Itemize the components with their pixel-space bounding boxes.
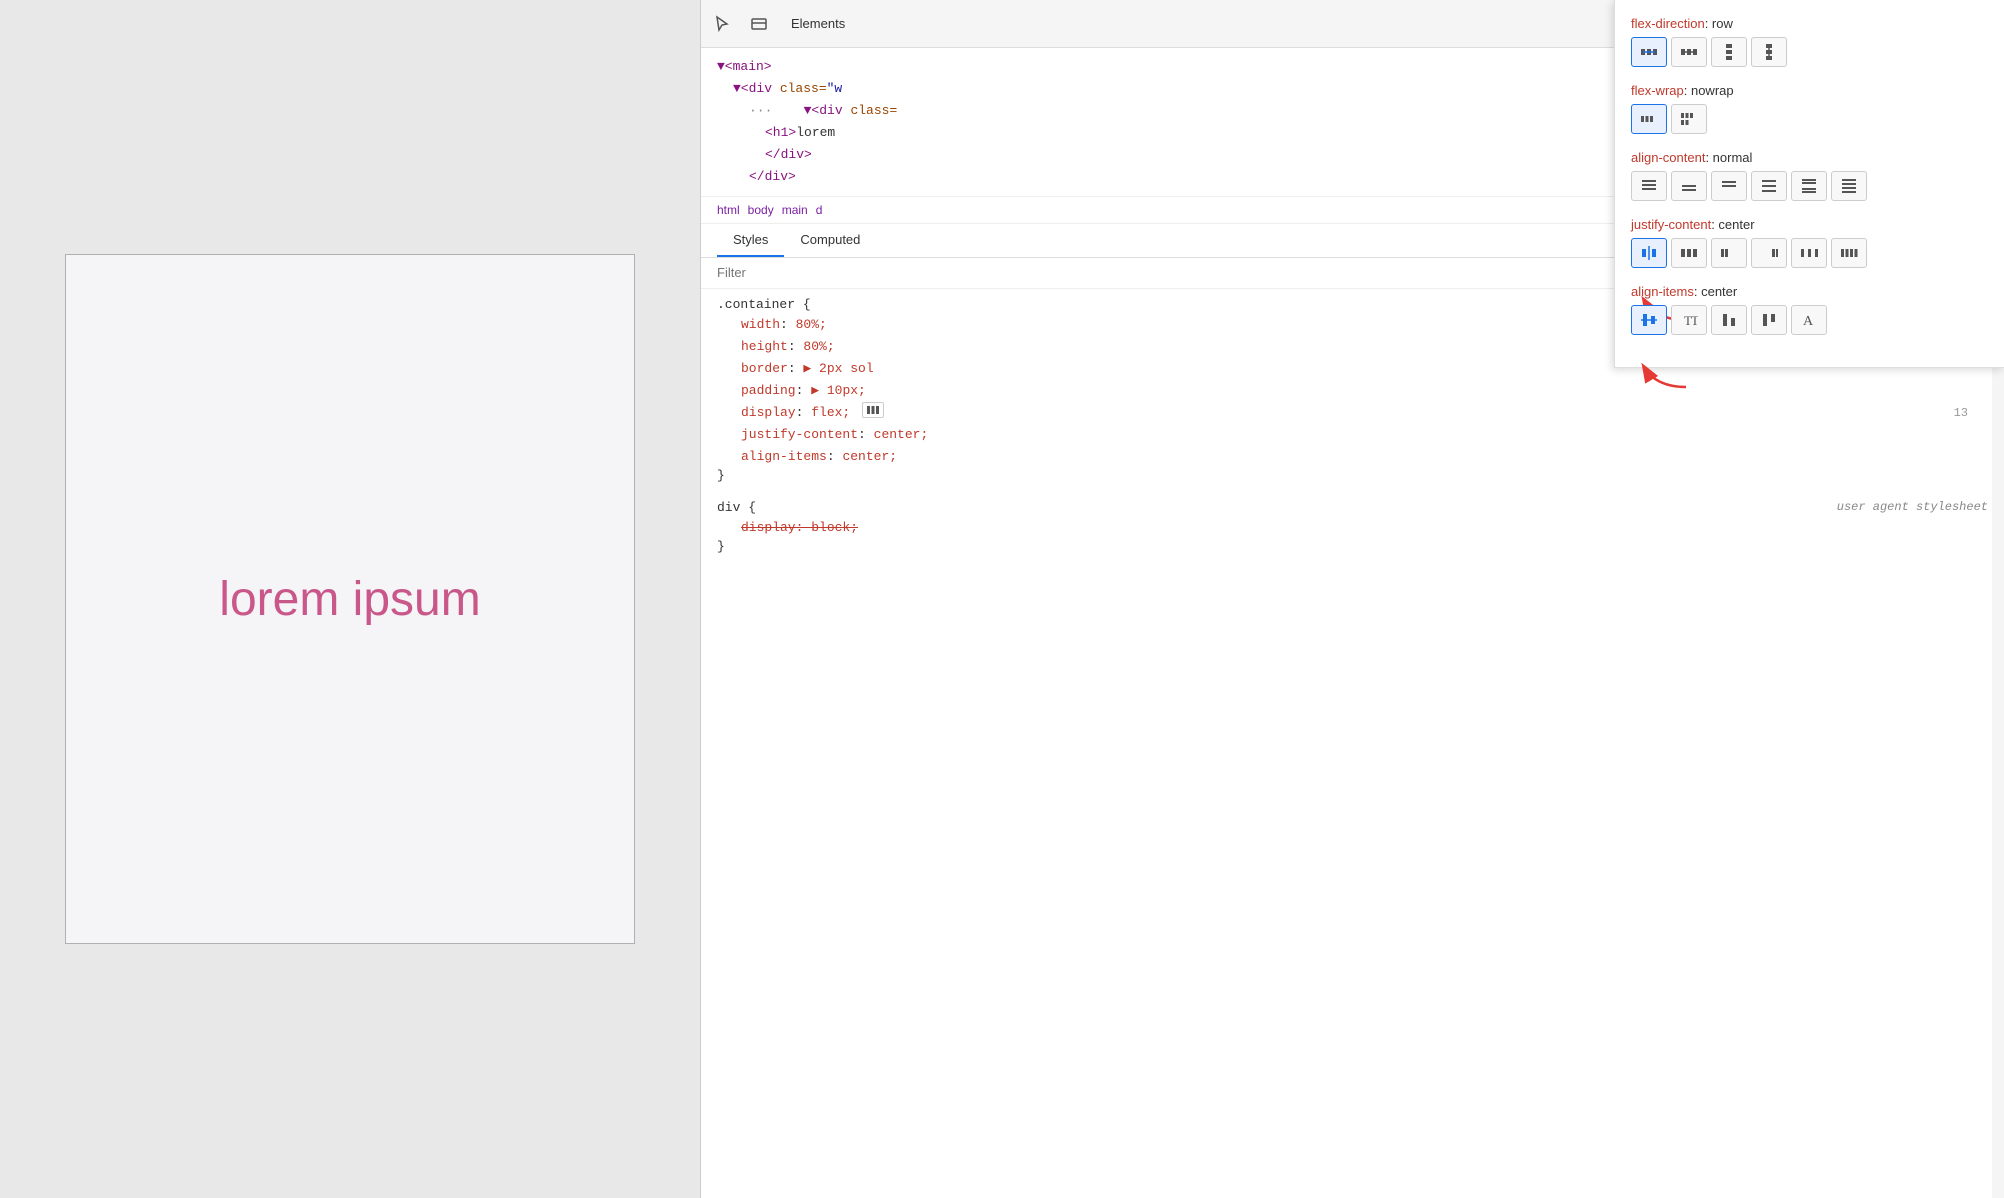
- flex-wrap-wrap-btn[interactable]: [1671, 104, 1707, 134]
- css-display[interactable]: display: flex; 13: [717, 402, 1988, 424]
- ai-btn-3[interactable]: [1711, 305, 1747, 335]
- flex-dir-row-btn[interactable]: [1631, 37, 1667, 67]
- cursor-icon[interactable]: [711, 12, 735, 36]
- ai-btn-5[interactable]: A: [1791, 305, 1827, 335]
- ai-btn-4[interactable]: [1751, 305, 1787, 335]
- tab-computed[interactable]: Computed: [784, 224, 876, 257]
- flex-wrap-row: flex-wrap: nowrap: [1631, 83, 1988, 134]
- flex-dir-col-reverse-btn[interactable]: [1751, 37, 1787, 67]
- flex-panel: flex-direction: row: [1614, 0, 2004, 368]
- jc-btn-5[interactable]: [1791, 238, 1827, 268]
- jc-btn-2[interactable]: [1671, 238, 1707, 268]
- flex-direction-label: flex-direction: row: [1631, 16, 1988, 31]
- align-content-buttons: [1631, 171, 1988, 201]
- ac-btn-3[interactable]: [1711, 171, 1747, 201]
- flex-editor-icon[interactable]: [862, 402, 884, 418]
- div-selector: div { user agent stylesheet: [717, 500, 1988, 515]
- jc-btn-3[interactable]: [1711, 238, 1747, 268]
- align-content-label: align-content: normal: [1631, 150, 1988, 165]
- preview-container: lorem ipsum: [65, 254, 635, 944]
- css-justify-content[interactable]: justify-content: center;: [717, 424, 1988, 446]
- svg-text:T: T: [1691, 313, 1698, 328]
- breadcrumb-html[interactable]: html: [717, 203, 740, 217]
- align-items-row: align-items: center T T: [1631, 284, 1988, 335]
- devtools-panel: Elements ▼<main> ▼<div class="w ··· ▼<di…: [700, 0, 2004, 1198]
- container-close: }: [717, 468, 1988, 483]
- tab-styles[interactable]: Styles: [717, 224, 784, 257]
- breadcrumb-d[interactable]: d: [816, 203, 823, 217]
- filter-input[interactable]: [717, 265, 917, 280]
- css-padding[interactable]: padding: ▶ 10px;: [717, 380, 1988, 402]
- flex-dir-col-btn[interactable]: [1711, 37, 1747, 67]
- flex-wrap-label: flex-wrap: nowrap: [1631, 83, 1988, 98]
- ac-btn-4[interactable]: [1751, 171, 1787, 201]
- ac-btn-5[interactable]: [1791, 171, 1827, 201]
- flex-direction-buttons: [1631, 37, 1988, 67]
- user-agent-comment: user agent stylesheet: [1837, 500, 1988, 514]
- jc-btn-6[interactable]: [1831, 238, 1867, 268]
- preview-text: lorem ipsum: [219, 572, 480, 627]
- ac-btn-1[interactable]: [1631, 171, 1667, 201]
- css-align-items[interactable]: align-items: center;: [717, 446, 1988, 468]
- flex-wrap-nowrap-btn[interactable]: [1631, 104, 1667, 134]
- ac-btn-6[interactable]: [1831, 171, 1867, 201]
- preview-area: lorem ipsum: [0, 0, 700, 1198]
- div-close: }: [717, 539, 1988, 554]
- flex-dir-row-reverse-btn[interactable]: [1671, 37, 1707, 67]
- breadcrumb-main[interactable]: main: [782, 203, 808, 217]
- ac-btn-2[interactable]: [1671, 171, 1707, 201]
- ai-btn-2[interactable]: T T: [1671, 305, 1707, 335]
- align-items-buttons: T T: [1631, 305, 1988, 335]
- align-content-row: align-content: normal: [1631, 150, 1988, 201]
- elements-tab[interactable]: Elements: [783, 12, 853, 35]
- jc-center-btn[interactable]: [1631, 238, 1667, 268]
- breadcrumb-body[interactable]: body: [748, 203, 774, 217]
- align-items-label: align-items: center: [1631, 284, 1988, 299]
- jc-btn-4[interactable]: [1751, 238, 1787, 268]
- flex-wrap-buttons: [1631, 104, 1988, 134]
- css-display-block[interactable]: display: block;: [717, 517, 1988, 539]
- justify-content-row: justify-content: center: [1631, 217, 1988, 268]
- svg-text:A: A: [1803, 314, 1814, 329]
- flex-direction-row: flex-direction: row: [1631, 16, 1988, 67]
- justify-content-label: justify-content: center: [1631, 217, 1988, 232]
- ai-center-btn[interactable]: [1631, 305, 1667, 335]
- justify-content-buttons: [1631, 238, 1988, 268]
- box-icon[interactable]: [747, 12, 771, 36]
